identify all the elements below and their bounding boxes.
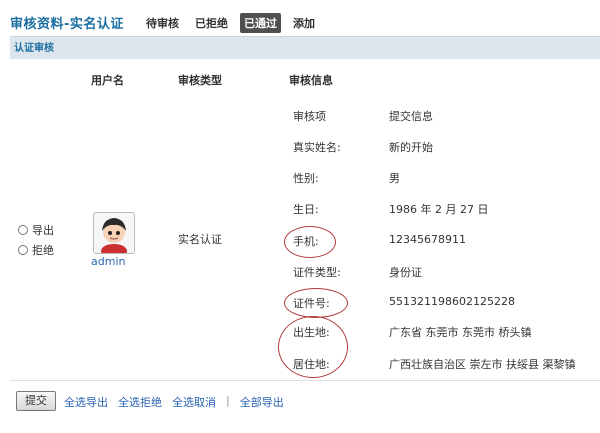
option-export-label: 导出: [32, 224, 54, 237]
column-header-type: 审核类型: [178, 74, 222, 87]
column-header-user: 用户名: [91, 74, 124, 87]
submit-button[interactable]: 提交: [16, 391, 56, 411]
annotation-circle-addresses: [278, 316, 348, 378]
info-row-real-name: 真实姓名: 新的开始: [293, 139, 593, 157]
info-row-gender: 性别: 男: [293, 170, 593, 188]
bulk-actions: 全选导出 全选拒绝 全选取消 | 全部导出: [64, 394, 284, 410]
annotation-circle-id-number: [284, 288, 348, 318]
select-all-export-link[interactable]: 全选导出: [64, 394, 108, 410]
option-export[interactable]: 导出: [18, 222, 54, 238]
top-bar: 审核资料-实名认证 待审核 已拒绝 已通过 添加: [0, 0, 600, 34]
section-header: 认证审核: [10, 36, 600, 59]
tab-bar: 待审核 已拒绝 已通过 添加: [142, 13, 319, 33]
avatar: [93, 212, 135, 254]
select-all-reject-link[interactable]: 全选拒绝: [118, 394, 162, 410]
info-label: 证件类型:: [293, 266, 341, 279]
tab-approved[interactable]: 已通过: [240, 13, 281, 33]
export-all-link[interactable]: 全部导出: [240, 394, 284, 410]
tab-pending[interactable]: 待审核: [142, 13, 183, 33]
divider: [10, 380, 600, 381]
select-all-cancel-link[interactable]: 全选取消: [172, 394, 216, 410]
page-title: 审核资料-实名认证: [10, 17, 124, 32]
info-label: 生日:: [293, 203, 319, 216]
info-value: 1986 年 2 月 27 日: [389, 203, 489, 216]
info-header-row: 审核项 提交信息: [293, 108, 593, 126]
column-header-info: 审核信息: [289, 74, 333, 87]
radio-export[interactable]: [18, 225, 28, 235]
username-link[interactable]: admin: [91, 255, 125, 268]
separator: |: [226, 394, 230, 407]
info-value: 12345678911: [389, 233, 466, 246]
info-value: 身份证: [389, 266, 422, 279]
info-value: 广东省 东莞市 东莞市 桥头镇: [389, 326, 532, 339]
info-value: 广西壮族自治区 崇左市 扶绥县 渠黎镇: [389, 358, 576, 371]
info-value: 新的开始: [389, 141, 433, 154]
avatar-image: [94, 213, 134, 253]
info-row-birthday: 生日: 1986 年 2 月 27 日: [293, 201, 593, 219]
info-row-phone: 手机: 12345678911: [293, 233, 593, 251]
tab-rejected[interactable]: 已拒绝: [191, 13, 232, 33]
radio-reject[interactable]: [18, 245, 28, 255]
info-value: 551321198602125228: [389, 295, 515, 308]
info-label: 真实姓名:: [293, 141, 341, 154]
annotation-circle-phone: [284, 226, 336, 258]
option-reject[interactable]: 拒绝: [18, 242, 54, 258]
info-value: 男: [389, 172, 400, 185]
info-header-label: 审核项: [293, 110, 326, 123]
option-reject-label: 拒绝: [32, 244, 54, 257]
info-row-id-type: 证件类型: 身份证: [293, 264, 593, 282]
row-options: 导出 拒绝: [18, 222, 54, 262]
tab-add[interactable]: 添加: [289, 13, 319, 33]
auth-type: 实名认证: [178, 233, 222, 246]
info-header-value: 提交信息: [389, 110, 433, 123]
info-label: 性别:: [293, 172, 319, 185]
section-title: 认证审核: [14, 43, 54, 54]
